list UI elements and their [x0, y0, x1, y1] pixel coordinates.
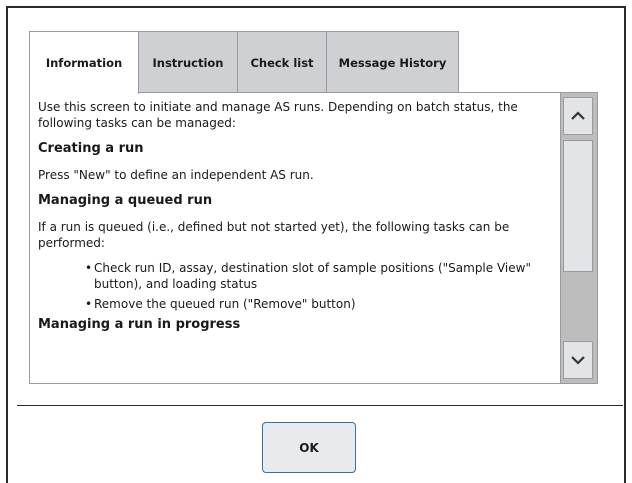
dialog-left-border	[6, 6, 8, 483]
scroll-up-button[interactable]	[563, 97, 593, 135]
tab-bar: Information Instruction Check list Messa…	[29, 31, 459, 94]
vertical-scrollbar[interactable]	[560, 93, 597, 383]
queued-run-paragraph: If a run is queued (i.e., defined but no…	[38, 220, 510, 250]
chevron-down-icon	[571, 356, 585, 365]
list-item: Remove the queued run ("Remove" button)	[85, 296, 560, 312]
scroll-down-button[interactable]	[563, 341, 593, 379]
heading-queued-run: Managing a queued run	[38, 193, 213, 208]
scroll-thumb[interactable]	[563, 140, 593, 272]
information-panel: Use this screen to initiate and manage A…	[29, 92, 598, 384]
queued-tasks-list: Check run ID, assay, destination slot of…	[38, 260, 560, 312]
footer-divider	[17, 405, 623, 406]
chevron-up-icon	[571, 111, 585, 120]
intro-paragraph: Use this screen to initiate and manage A…	[38, 100, 518, 130]
dialog-right-border	[624, 6, 626, 483]
heading-creating-run: Creating a run	[38, 141, 144, 156]
ok-button[interactable]: OK	[262, 422, 356, 473]
dialog-top-border	[6, 6, 626, 8]
tab-message-history[interactable]: Message History	[326, 31, 459, 93]
heading-run-in-progress: Managing a run in progress	[38, 317, 241, 332]
create-run-paragraph: Press "New" to define an independent AS …	[38, 168, 314, 182]
list-item: Check run ID, assay, destination slot of…	[85, 260, 560, 292]
tab-information[interactable]: Information	[29, 31, 139, 94]
tab-check-list[interactable]: Check list	[237, 31, 327, 93]
tab-instruction[interactable]: Instruction	[138, 31, 238, 93]
information-text[interactable]: Use this screen to initiate and manage A…	[38, 99, 560, 383]
